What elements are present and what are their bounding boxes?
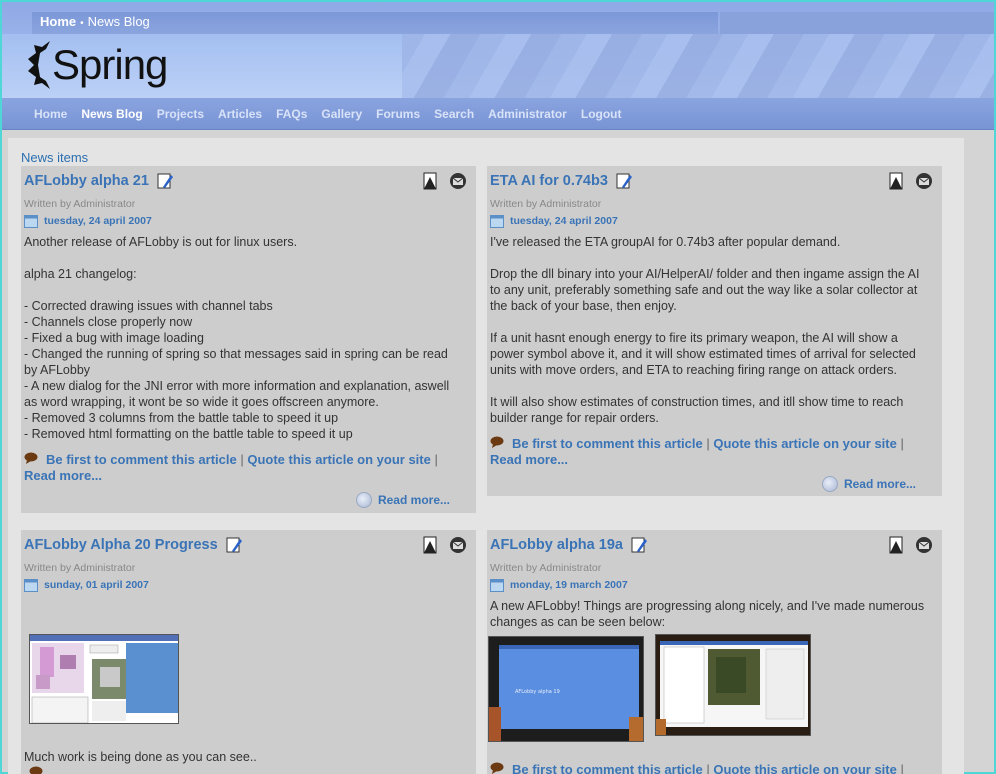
site-header: Home • News Blog Spring Home News Blog Pro…	[2, 2, 994, 130]
pdf-icon[interactable]	[421, 172, 439, 190]
comment-icon	[24, 452, 38, 464]
email-icon[interactable]	[449, 172, 467, 190]
calendar-icon	[24, 578, 38, 592]
quote-link[interactable]: Quote this article on your site	[713, 436, 896, 451]
main-nav: Home News Blog Projects Articles FAQs Ga…	[2, 98, 994, 130]
article-card: AFLobby alpha 21 Written by Administrato…	[21, 166, 476, 513]
edit-icon[interactable]	[631, 537, 647, 553]
breadcrumb-separator: •	[80, 18, 84, 29]
nav-search[interactable]: Search	[434, 107, 474, 121]
article-title[interactable]: ETA AI for 0.74b3	[490, 173, 608, 189]
email-icon[interactable]	[449, 536, 467, 554]
breadcrumb-current: News Blog	[87, 14, 150, 29]
nav-home[interactable]: Home	[34, 107, 67, 121]
read-more-button[interactable]: Read more...	[821, 476, 916, 492]
screenshot-thumbnail[interactable]	[29, 634, 179, 724]
article-author: Written by Administrator	[24, 562, 136, 574]
article-date: sunday, 01 april 2007	[44, 579, 149, 591]
breadcrumb-bar-right	[720, 12, 994, 34]
svg-text:AFLobby alpha 19: AFLobby alpha 19	[515, 689, 560, 695]
article-date: tuesday, 24 april 2007	[510, 215, 618, 227]
calendar-icon	[24, 214, 38, 228]
article-links: Be first to comment this article | Quote…	[24, 452, 438, 483]
article-title[interactable]: AFLobby Alpha 20 Progress	[24, 537, 218, 553]
read-more-link[interactable]: Read more...	[490, 452, 568, 467]
comment-link[interactable]: Be first to comment this article	[512, 436, 703, 451]
edit-icon[interactable]	[226, 537, 242, 553]
quote-link[interactable]: Quote this article on your site	[247, 452, 430, 467]
article-links: Be first to comment this article | Quote…	[490, 436, 904, 467]
article-body: A new AFLobby! Things are progressing al…	[490, 599, 925, 629]
screenshot-thumbnail[interactable]: AFLobby alpha 19	[488, 636, 644, 742]
article-date: tuesday, 24 april 2007	[44, 215, 152, 227]
read-more-icon	[355, 492, 372, 508]
email-icon[interactable]	[915, 172, 933, 190]
article-card: ETA AI for 0.74b3 Written by Administrat…	[487, 166, 942, 496]
comment-link[interactable]: Be first to comment this article	[46, 452, 237, 467]
article-body: Much work is being done as you can see..	[24, 750, 257, 764]
quote-link[interactable]: Quote this article on your site	[713, 762, 896, 774]
read-more-link[interactable]: Read more...	[24, 468, 102, 483]
calendar-icon	[490, 214, 504, 228]
article-date: monday, 19 march 2007	[510, 579, 628, 591]
article-author: Written by Administrator	[490, 562, 602, 574]
screenshot-thumbnail[interactable]	[655, 634, 811, 736]
comment-icon	[29, 766, 43, 774]
nav-logout[interactable]: Logout	[581, 107, 622, 121]
article-body: Another release of AFLobby is out for li…	[24, 235, 450, 441]
article-author: Written by Administrator	[490, 198, 602, 210]
header-artwork	[402, 30, 994, 100]
nav-faqs[interactable]: FAQs	[276, 107, 307, 121]
edit-icon[interactable]	[157, 173, 173, 189]
article-card: AFLobby alpha 19a Written by Administrat…	[487, 530, 942, 774]
logo-text: Spring	[52, 41, 168, 88]
nav-articles[interactable]: Articles	[218, 107, 262, 121]
pdf-icon[interactable]	[887, 172, 905, 190]
email-icon[interactable]	[915, 536, 933, 554]
gear-icon	[24, 37, 58, 93]
main-content: News items AFLobby alpha 21 Written by A…	[8, 138, 964, 774]
article-body: I've released the ETA groupAI for 0.74b3…	[490, 235, 920, 425]
article-links: Be first to comment this article | Quote…	[490, 762, 904, 774]
nav-forums[interactable]: Forums	[376, 107, 420, 121]
pdf-icon[interactable]	[887, 536, 905, 554]
nav-gallery[interactable]: Gallery	[321, 107, 362, 121]
article-title[interactable]: AFLobby alpha 19a	[490, 537, 623, 553]
comment-icon	[490, 762, 504, 774]
section-title: News items	[21, 150, 89, 165]
site-logo[interactable]: Spring	[24, 34, 184, 96]
breadcrumb-home-link[interactable]: Home	[40, 14, 76, 29]
article-author: Written by Administrator	[24, 198, 136, 210]
article-card: AFLobby Alpha 20 Progress Written by Adm…	[21, 530, 476, 774]
breadcrumb: Home • News Blog	[32, 12, 718, 34]
edit-icon[interactable]	[616, 173, 632, 189]
comment-link[interactable]: Be first to comment this article	[512, 762, 703, 774]
read-more-button[interactable]: Read more...	[355, 492, 450, 508]
calendar-icon	[490, 578, 504, 592]
nav-news-blog[interactable]: News Blog	[81, 107, 142, 121]
read-more-icon	[821, 476, 838, 492]
nav-administrator[interactable]: Administrator	[488, 107, 567, 121]
pdf-icon[interactable]	[421, 536, 439, 554]
article-title[interactable]: AFLobby alpha 21	[24, 173, 149, 189]
comment-icon	[490, 436, 504, 448]
nav-projects[interactable]: Projects	[157, 107, 204, 121]
